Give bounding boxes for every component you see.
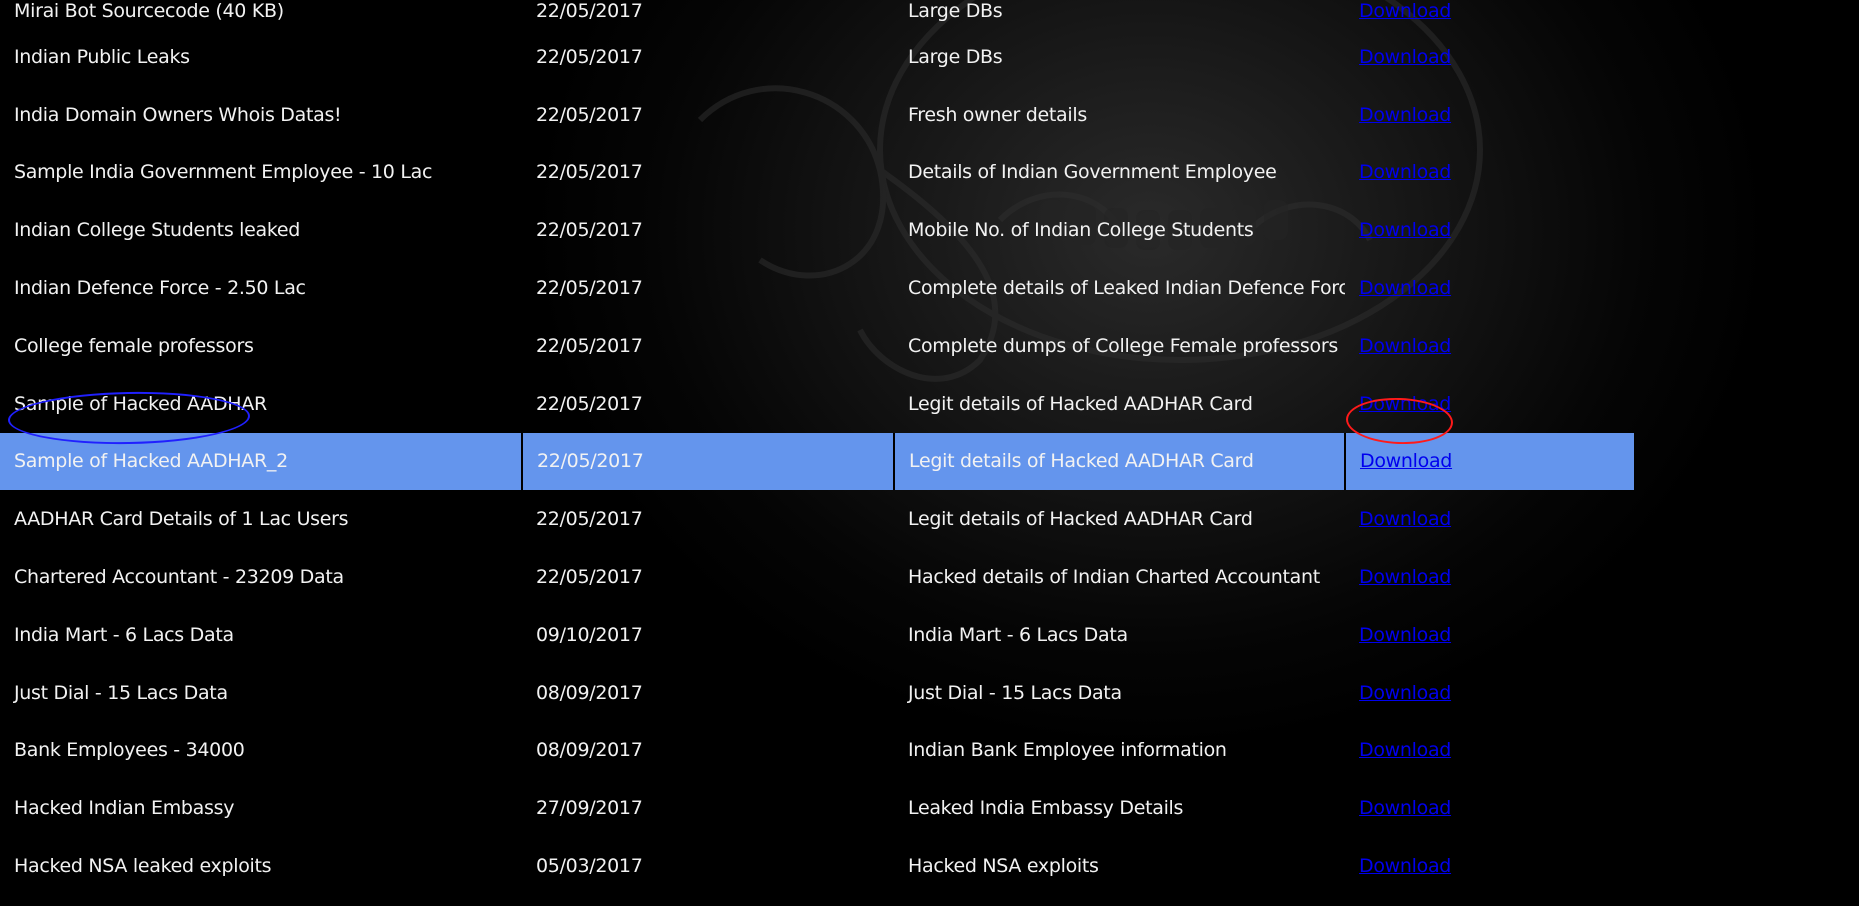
download-link[interactable]: Download bbox=[1359, 393, 1451, 415]
row-date: 08/09/2017 bbox=[536, 739, 643, 762]
row-download-cell: Download bbox=[1345, 606, 1634, 664]
download-link[interactable]: Download bbox=[1359, 508, 1451, 530]
row-description: Hacked NSA exploits bbox=[908, 855, 1099, 878]
row-download-cell: Download bbox=[1345, 144, 1634, 202]
row-date: 22/05/2017 bbox=[536, 45, 643, 68]
row-date: 22/05/2017 bbox=[536, 508, 643, 531]
download-link[interactable]: Download bbox=[1359, 104, 1451, 126]
row-date: 22/05/2017 bbox=[522, 432, 895, 491]
row-download-cell: Download bbox=[1345, 28, 1634, 86]
row-description: Large DBs bbox=[908, 0, 1003, 22]
row-title: College female professors bbox=[14, 334, 254, 357]
row-title: Just Dial - 15 Lacs Data bbox=[14, 681, 228, 704]
row-description: Hacked details of Indian Charted Account… bbox=[908, 566, 1320, 589]
row-download-cell: Download bbox=[1345, 86, 1634, 144]
row-description: Legit details of Hacked AADHAR Card bbox=[908, 508, 1253, 531]
row-description: Complete details of Leaked Indian Defenc… bbox=[908, 277, 1345, 300]
row-date: 22/05/2017 bbox=[536, 334, 643, 357]
row-date: 22/05/2017 bbox=[536, 392, 643, 415]
table-row: AADHAR Card Details of 1 Lac Users 22/05/… bbox=[0, 490, 1634, 548]
row-description: Details of Indian Government Employee bbox=[908, 161, 1277, 184]
row-download-cell: Download bbox=[1345, 375, 1634, 433]
download-link[interactable]: Download bbox=[1359, 277, 1451, 299]
row-download-cell: Download bbox=[1345, 779, 1634, 837]
table-row: Just Dial - 15 Lacs Data 08/09/2017 Just D… bbox=[0, 664, 1634, 722]
row-description: Legit details of Hacked AADHAR Card bbox=[908, 392, 1253, 415]
table-row: Sample of Hacked AADHAR_2 22/05/2017 Legit… bbox=[0, 432, 1634, 491]
download-link[interactable]: Download bbox=[1359, 46, 1451, 68]
leaks-table: Mirai Bot Sourcecode (40 KB) 22/05/2017 La… bbox=[0, 0, 1634, 895]
row-date: 22/05/2017 bbox=[536, 277, 643, 300]
row-title: Indian Public Leaks bbox=[14, 45, 190, 68]
row-download-cell: Download bbox=[1345, 548, 1634, 606]
table-row: Hacked NSA leaked exploits 05/03/2017 Hack… bbox=[0, 837, 1634, 895]
row-description: Indian Bank Employee information bbox=[908, 739, 1227, 762]
row-download-cell: Download bbox=[1345, 317, 1634, 375]
row-download-cell: Download bbox=[1345, 837, 1634, 895]
row-title: Indian College Students leaked bbox=[14, 219, 301, 242]
download-link[interactable]: Download bbox=[1359, 161, 1451, 183]
row-description: Just Dial - 15 Lacs Data bbox=[908, 681, 1122, 704]
download-link[interactable]: Download bbox=[1359, 219, 1451, 241]
download-link[interactable]: Download bbox=[1359, 624, 1451, 646]
row-description: Legit details of Hacked AADHAR Card bbox=[894, 432, 1346, 491]
row-title: Sample India Government Employee - 10 La… bbox=[14, 161, 433, 184]
row-title: Bank Employees - 34000 bbox=[14, 739, 245, 762]
row-date: 22/05/2017 bbox=[536, 0, 643, 22]
row-title: Sample of Hacked AADHAR_2 bbox=[0, 432, 523, 491]
download-link[interactable]: Download bbox=[1359, 682, 1451, 704]
row-date: 05/03/2017 bbox=[536, 855, 643, 878]
row-title: Indian Defence Force - 2.50 Lac bbox=[14, 277, 306, 300]
row-date: 27/09/2017 bbox=[536, 797, 643, 820]
row-title: Mirai Bot Sourcecode (40 KB) bbox=[14, 0, 284, 22]
row-description: India Mart - 6 Lacs Data bbox=[908, 623, 1128, 646]
table-row: Chartered Accountant - 23209 Data 22/05/2… bbox=[0, 548, 1634, 606]
row-date: 09/10/2017 bbox=[536, 623, 643, 646]
download-link[interactable]: Download bbox=[1359, 739, 1451, 761]
table-row: Bank Employees - 34000 08/09/2017 Indian B… bbox=[0, 722, 1634, 780]
table-row: Mirai Bot Sourcecode (40 KB) 22/05/2017 La… bbox=[0, 0, 1634, 28]
row-title: India Domain Owners Whois Datas! bbox=[14, 103, 342, 126]
row-date: 22/05/2017 bbox=[536, 161, 643, 184]
row-download-cell: Download bbox=[1345, 664, 1634, 722]
table-row: India Mart - 6 Lacs Data 09/10/2017 India … bbox=[0, 606, 1634, 664]
table-row: Sample India Government Employee - 10 La… bbox=[0, 144, 1634, 202]
table-row: College female professors 22/05/2017 Compl… bbox=[0, 317, 1634, 375]
download-link[interactable]: Download bbox=[1360, 450, 1452, 472]
row-description: Complete dumps of College Female profess… bbox=[908, 334, 1338, 357]
row-download-cell: Download bbox=[1345, 490, 1634, 548]
row-description: Large DBs bbox=[908, 45, 1003, 68]
row-date: 22/05/2017 bbox=[536, 219, 643, 242]
row-download-cell: Download bbox=[1345, 259, 1634, 317]
row-date: 08/09/2017 bbox=[536, 681, 643, 704]
table-row: Sample of Hacked AADHAR 22/05/2017 Legit d… bbox=[0, 375, 1634, 433]
row-title: Chartered Accountant - 23209 Data bbox=[14, 566, 344, 589]
row-date: 22/05/2017 bbox=[536, 566, 643, 589]
row-description: Mobile No. of Indian College Students bbox=[908, 219, 1254, 242]
table-row: Hacked Indian Embassy 27/09/2017 Leaked In… bbox=[0, 779, 1634, 837]
table-row: Indian Defence Force - 2.50 Lac 22/05/201… bbox=[0, 259, 1634, 317]
table-row: Indian College Students leaked 22/05/2017… bbox=[0, 201, 1634, 259]
download-link[interactable]: Download bbox=[1359, 0, 1451, 22]
download-link[interactable]: Download bbox=[1359, 566, 1451, 588]
row-title: Sample of Hacked AADHAR bbox=[14, 392, 267, 415]
row-download-cell: Download bbox=[1345, 0, 1634, 28]
row-title: Hacked Indian Embassy bbox=[14, 797, 235, 820]
row-description: Leaked India Embassy Details bbox=[908, 797, 1184, 820]
row-title: AADHAR Card Details of 1 Lac Users bbox=[14, 508, 349, 531]
download-link[interactable]: Download bbox=[1359, 855, 1451, 877]
download-link[interactable]: Download bbox=[1359, 335, 1451, 357]
row-download-cell: Download bbox=[1345, 201, 1634, 259]
row-download-cell: Download bbox=[1345, 432, 1634, 491]
page: Mirai Bot Sourcecode (40 KB) 22/05/2017 La… bbox=[0, 0, 1859, 906]
row-title: Hacked NSA leaked exploits bbox=[14, 855, 272, 878]
row-download-cell: Download bbox=[1345, 722, 1634, 780]
row-date: 22/05/2017 bbox=[536, 103, 643, 126]
download-link[interactable]: Download bbox=[1359, 797, 1451, 819]
row-title: India Mart - 6 Lacs Data bbox=[14, 623, 234, 646]
table-row: Indian Public Leaks 22/05/2017 Large DBs Do… bbox=[0, 28, 1634, 86]
table-row: India Domain Owners Whois Datas! 22/05/20… bbox=[0, 86, 1634, 144]
row-description: Fresh owner details bbox=[908, 103, 1087, 126]
